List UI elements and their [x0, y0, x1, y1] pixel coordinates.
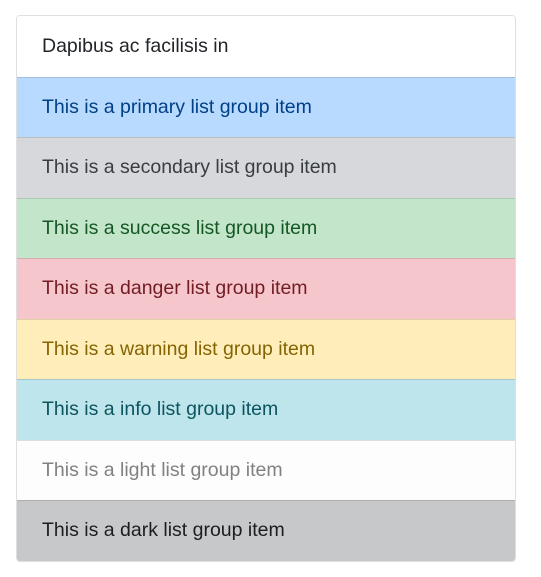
list-item-label: This is a warning list group item [42, 337, 316, 360]
list-item-label: This is a secondary list group item [42, 156, 337, 178]
list-item-danger: This is a danger list group item [17, 258, 515, 319]
list-item-warning: This is a warning list group item [17, 318, 515, 379]
list-item-label: Dapibus ac facilisis in [42, 34, 229, 57]
list-group: Dapibus ac facilisis in This is a primar… [16, 15, 516, 562]
list-item-label: This is a info list group item [42, 398, 279, 420]
list-item-label: This is a success list group item [42, 216, 318, 239]
list-item-label: This is a light list group item [42, 458, 283, 481]
list-item-success: This is a success list group item [17, 197, 515, 258]
list-item-dark: This is a dark list group item [17, 500, 515, 561]
list-item-label: This is a dark list group item [42, 519, 285, 541]
list-item-light: This is a light list group item [17, 439, 515, 500]
list-item-primary: This is a primary list group item [17, 76, 515, 137]
list-item-default: Dapibus ac facilisis in [17, 16, 515, 77]
list-item-info: This is a info list group item [17, 379, 515, 440]
list-item-label: This is a danger list group item [42, 277, 308, 299]
list-item-label: This is a primary list group item [42, 95, 312, 118]
list-item-secondary: This is a secondary list group item [17, 137, 515, 198]
